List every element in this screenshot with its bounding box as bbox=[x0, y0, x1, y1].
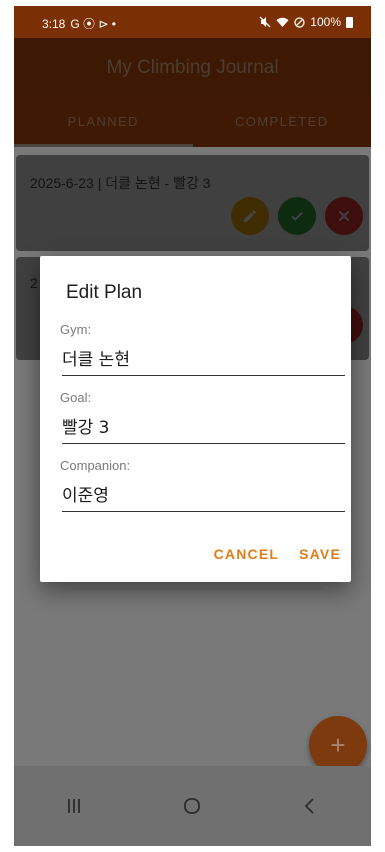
companion-input[interactable] bbox=[62, 478, 345, 512]
goal-label: Goal: bbox=[60, 390, 92, 405]
dnd-icon bbox=[294, 16, 305, 28]
battery-level: 100% bbox=[310, 15, 341, 29]
recents-icon bbox=[68, 799, 80, 813]
gym-input[interactable] bbox=[62, 342, 345, 376]
status-left: 3:18 G ⦿ ⊳ • bbox=[42, 15, 116, 32]
dialog-title: Edit Plan bbox=[66, 282, 143, 303]
plus-icon: + bbox=[330, 730, 346, 760]
mute-icon bbox=[259, 16, 271, 28]
cancel-button[interactable]: CANCEL bbox=[204, 538, 290, 570]
edit-plan-dialog: Edit Plan Gym: Goal: Companion: CANCEL S… bbox=[40, 256, 351, 582]
status-indicators: G ⦿ ⊳ • bbox=[70, 17, 116, 31]
phone-screen: 3:18 G ⦿ ⊳ • 100% My Climbing Journal PL… bbox=[14, 6, 371, 846]
status-right: 100% bbox=[259, 15, 353, 29]
wifi-icon bbox=[276, 17, 289, 27]
recents-button[interactable] bbox=[44, 766, 104, 846]
goal-input[interactable] bbox=[62, 410, 345, 444]
gym-label: Gym: bbox=[60, 322, 92, 337]
home-button[interactable] bbox=[162, 766, 222, 846]
dialog-actions: CANCEL SAVE bbox=[204, 538, 351, 570]
home-icon bbox=[184, 798, 200, 814]
save-button[interactable]: SAVE bbox=[289, 538, 351, 570]
back-icon bbox=[304, 798, 314, 814]
status-bar: 3:18 G ⦿ ⊳ • 100% bbox=[14, 6, 371, 38]
companion-label: Companion: bbox=[60, 458, 131, 473]
status-time: 3:18 bbox=[42, 16, 66, 31]
back-button[interactable] bbox=[280, 766, 340, 846]
battery-icon bbox=[346, 16, 353, 28]
navigation-bar bbox=[14, 766, 371, 846]
